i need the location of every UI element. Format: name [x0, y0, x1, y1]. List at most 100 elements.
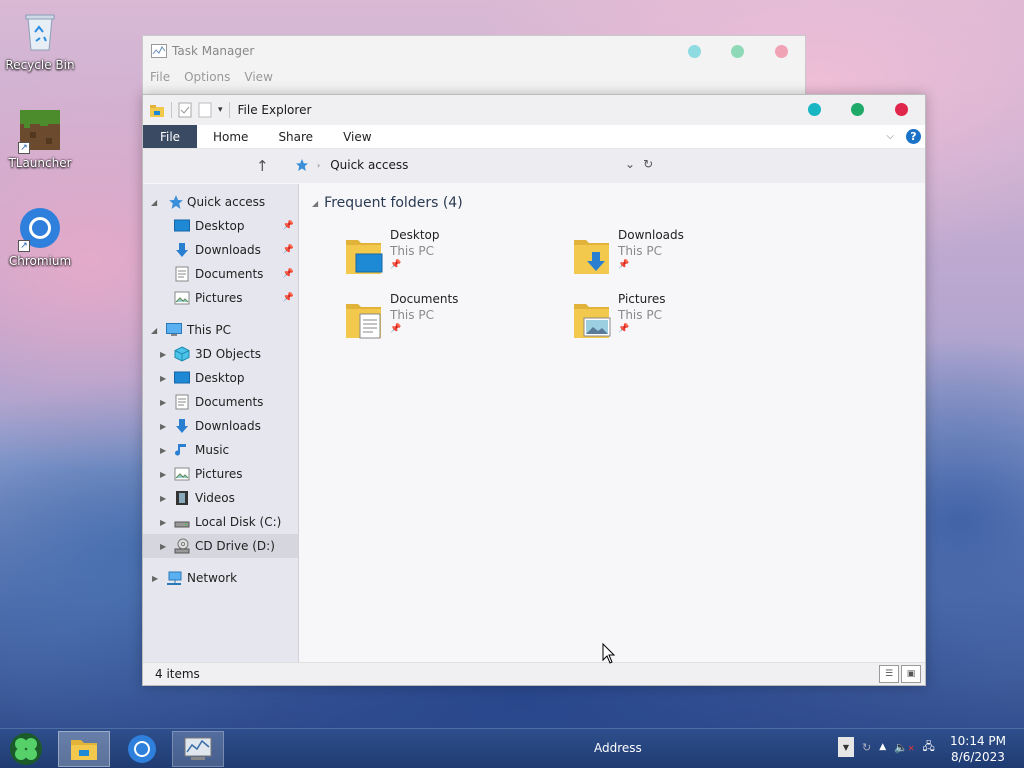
- collapse-group-icon[interactable]: ◢: [312, 199, 318, 208]
- network-tray-icon[interactable]: 🖧: [923, 738, 935, 757]
- collapsed-arrow-icon[interactable]: ▶: [160, 494, 166, 503]
- task-manager-icon: [151, 44, 167, 58]
- group-title: Frequent folders (4): [324, 195, 463, 211]
- close-button[interactable]: [895, 103, 908, 116]
- nav-pc-downloads[interactable]: ▶ Downloads: [143, 414, 298, 438]
- new-folder-icon[interactable]: [198, 102, 212, 118]
- clock-time: 10:14 PM: [950, 734, 1006, 748]
- desktop-folder-icon: [346, 240, 383, 274]
- collapsed-arrow-icon[interactable]: ▶: [152, 574, 158, 583]
- tab-file[interactable]: File: [143, 125, 197, 148]
- address-dropdown-icon[interactable]: ▼: [838, 737, 854, 757]
- expanded-arrow-icon[interactable]: ◢: [151, 326, 157, 335]
- volume-muted-icon[interactable]: 🔈✕: [894, 741, 914, 754]
- collapsed-arrow-icon[interactable]: ▶: [160, 422, 166, 431]
- taskbar-chromium[interactable]: [116, 731, 168, 767]
- refresh-icon[interactable]: ↻: [862, 741, 871, 754]
- nav-quick-downloads[interactable]: Downloads 📌: [143, 238, 298, 262]
- desktop-icon-label: Chromium: [8, 254, 72, 268]
- nav-label: CD Drive (D:): [195, 539, 275, 553]
- pin-icon[interactable]: 📌: [283, 269, 294, 279]
- close-button[interactable]: [775, 45, 788, 58]
- task-manager-menu: File Options View: [143, 66, 805, 88]
- task-manager-titlebar[interactable]: Task Manager: [143, 36, 805, 66]
- task-manager-icon: [184, 737, 212, 760]
- nav-quick-desktop[interactable]: Desktop 📌: [143, 214, 298, 238]
- collapsed-arrow-icon[interactable]: ▶: [160, 542, 166, 551]
- desktop-icon-tlauncher[interactable]: ↗ TLauncher: [2, 108, 78, 170]
- nav-label: Desktop: [195, 219, 245, 233]
- properties-icon[interactable]: [178, 102, 192, 118]
- taskbar-address-label[interactable]: Address: [594, 741, 642, 755]
- nav-music[interactable]: ▶ Music: [143, 438, 298, 462]
- folder-name: Pictures: [618, 292, 666, 306]
- expand-ribbon-icon[interactable]: ⌵: [886, 131, 894, 142]
- minimize-button[interactable]: [808, 103, 821, 116]
- explorer-titlebar[interactable]: ▾ File Explorer: [143, 95, 925, 125]
- details-view-icon[interactable]: ☰: [879, 665, 899, 683]
- nav-quick-access[interactable]: ◢ Quick access: [143, 190, 298, 214]
- menu-view[interactable]: View: [244, 70, 272, 84]
- collapsed-arrow-icon[interactable]: ▶: [160, 470, 166, 479]
- nav-label: 3D Objects: [195, 347, 262, 361]
- folder-tile-documents[interactable]: Documents This PC 📌: [344, 292, 564, 342]
- nav-local-disk[interactable]: ▶ Local Disk (C:): [143, 510, 298, 534]
- refresh-icon[interactable]: ↻: [643, 157, 653, 171]
- large-icons-view-icon[interactable]: ▣: [901, 665, 921, 683]
- address-dropdown-icon[interactable]: ⌄: [625, 157, 635, 171]
- nav-quick-documents[interactable]: Documents 📌: [143, 262, 298, 286]
- file-explorer-icon: [71, 740, 97, 760]
- file-explorer-window[interactable]: ▾ File Explorer File Home Share View ⌵ ?…: [142, 94, 926, 686]
- help-icon[interactable]: ?: [906, 129, 921, 144]
- start-button[interactable]: [4, 731, 48, 767]
- explorer-app-icon[interactable]: [149, 102, 165, 118]
- desktop-icon-chromium[interactable]: ↗ Chromium: [2, 206, 78, 268]
- toolbar-separator: [171, 102, 172, 118]
- pin-icon[interactable]: 📌: [283, 245, 294, 255]
- nav-3d-objects[interactable]: ▶ 3D Objects: [143, 342, 298, 366]
- nav-pc-desktop[interactable]: ▶ Desktop: [143, 366, 298, 390]
- collapsed-arrow-icon[interactable]: ▶: [160, 398, 166, 407]
- tab-view[interactable]: View: [328, 125, 386, 148]
- show-hidden-icons-icon[interactable]: ▲: [879, 742, 886, 752]
- cd-drive-icon: [174, 538, 190, 554]
- pin-icon[interactable]: 📌: [283, 221, 294, 231]
- menu-options[interactable]: Options: [184, 70, 230, 84]
- item-count: 4 items: [155, 667, 200, 681]
- collapsed-arrow-icon[interactable]: ▶: [160, 518, 166, 527]
- nav-this-pc[interactable]: ◢ This PC: [143, 318, 298, 342]
- group-header-frequent-folders[interactable]: ◢ Frequent folders (4): [312, 195, 463, 211]
- nav-quick-pictures[interactable]: Pictures 📌: [143, 286, 298, 310]
- pictures-icon: [174, 291, 190, 305]
- collapsed-arrow-icon[interactable]: ▶: [160, 446, 166, 455]
- nav-network[interactable]: ▶ Network: [143, 566, 298, 590]
- maximize-button[interactable]: [851, 103, 864, 116]
- nav-cd-drive[interactable]: ▶ CD Drive (D:): [143, 534, 298, 558]
- taskbar-task-manager[interactable]: [172, 731, 224, 767]
- nav-pc-documents[interactable]: ▶ Documents: [143, 390, 298, 414]
- taskbar-file-explorer[interactable]: [58, 731, 110, 767]
- up-arrow-icon[interactable]: ↑: [256, 157, 269, 175]
- nav-videos[interactable]: ▶ Videos: [143, 486, 298, 510]
- desktop-icon-recycle-bin[interactable]: Recycle Bin: [2, 10, 78, 72]
- collapsed-arrow-icon[interactable]: ▶: [160, 350, 166, 359]
- folder-tile-pictures[interactable]: Pictures This PC 📌: [572, 292, 792, 342]
- minimize-button[interactable]: [688, 45, 701, 58]
- folder-tile-desktop[interactable]: Desktop This PC 📌: [344, 228, 564, 278]
- pin-icon: 📌: [390, 324, 402, 334]
- customize-toolbar-icon[interactable]: ▾: [218, 105, 223, 115]
- pin-icon[interactable]: 📌: [283, 293, 294, 303]
- nav-pc-pictures[interactable]: ▶ Pictures: [143, 462, 298, 486]
- collapsed-arrow-icon[interactable]: ▶: [160, 374, 166, 383]
- menu-file[interactable]: File: [150, 70, 170, 84]
- tab-share[interactable]: Share: [263, 125, 328, 148]
- folder-location: This PC: [618, 308, 662, 322]
- taskbar-clock[interactable]: 10:14 PM 8/6/2023: [946, 733, 1010, 765]
- address-bar: ↑ › Quick access ⌄ ↻: [143, 149, 925, 183]
- expanded-arrow-icon[interactable]: ◢: [151, 198, 157, 207]
- nav-label: Network: [187, 571, 238, 585]
- tab-home[interactable]: Home: [197, 125, 263, 148]
- address-path[interactable]: › Quick access: [295, 158, 408, 172]
- folder-tile-downloads[interactable]: Downloads This PC 📌: [572, 228, 792, 278]
- maximize-button[interactable]: [731, 45, 744, 58]
